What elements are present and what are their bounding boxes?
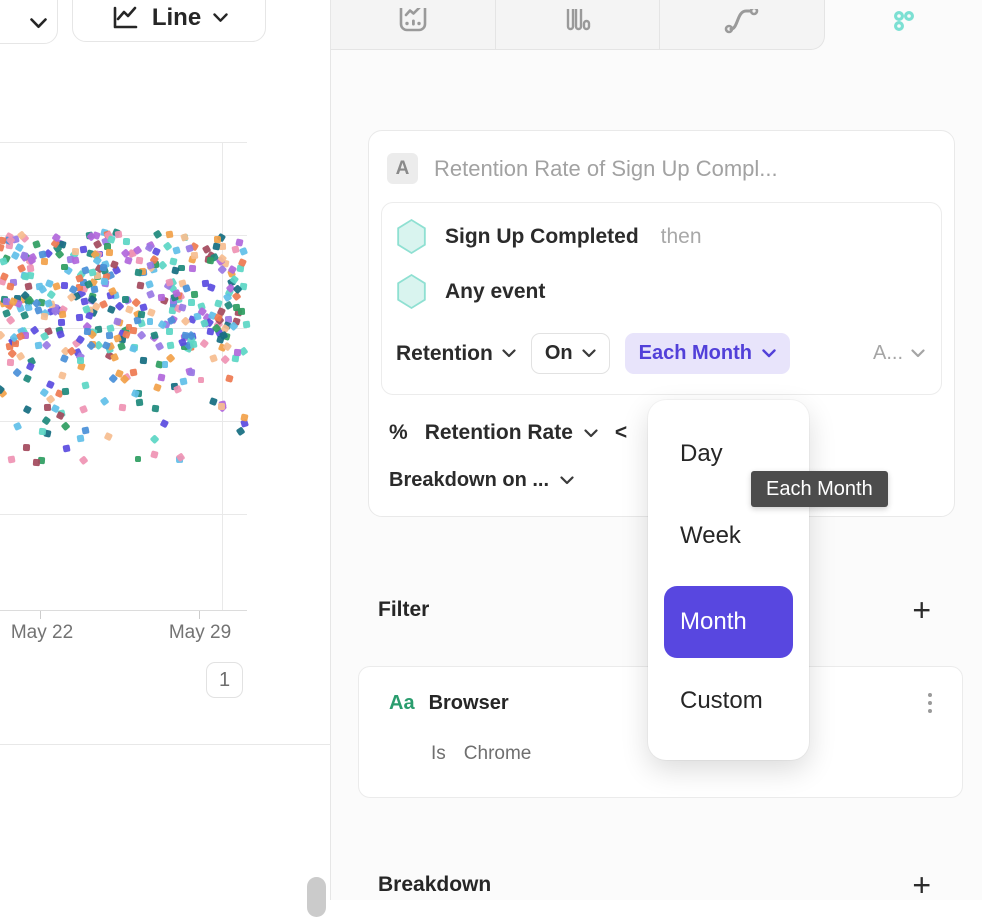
on-dropdown[interactable]: On: [531, 333, 610, 374]
gridline: [0, 142, 247, 143]
scatter-icon: [889, 11, 919, 39]
gridline: [222, 142, 223, 610]
pagination-page-button[interactable]: 1: [206, 662, 243, 698]
chevron-down-icon: [213, 13, 228, 23]
x-tick-label: May 29: [155, 622, 245, 644]
settings-panel: A Retention Rate of Sign Up Compl... Sig…: [331, 0, 982, 900]
breakdown-section-title: Breakdown: [378, 873, 491, 897]
breakdown-section-header: Breakdown +: [378, 872, 931, 898]
x-tick-label: May 22: [0, 622, 87, 644]
tab-scatter[interactable]: [825, 0, 982, 50]
truncated-dropdown[interactable]: A...: [873, 342, 925, 365]
comparator-symbol: <: [615, 421, 627, 445]
scrollbar-thumb[interactable]: [307, 877, 326, 917]
x-axis-tick: [199, 611, 200, 619]
chart-panel: May 22 May 29 1 Line: [0, 0, 331, 900]
percent-symbol: %: [389, 421, 408, 445]
kebab-menu-icon[interactable]: [924, 689, 936, 717]
chevron-down-icon: [560, 476, 574, 485]
collapsed-dropdown-button[interactable]: [0, 0, 58, 44]
chart-type-dropdown[interactable]: Line: [72, 0, 266, 42]
gridline: [0, 235, 247, 236]
bar-chart-icon: [563, 9, 593, 41]
event-suffix: then: [661, 225, 702, 249]
series-badge: A: [387, 153, 418, 184]
filter-operator[interactable]: Is: [431, 743, 446, 765]
x-axis-tick: [40, 611, 41, 619]
filter-section-title: Filter: [378, 598, 429, 622]
chart-preview-icon: [397, 8, 429, 42]
interval-option-month[interactable]: Month: [664, 586, 793, 658]
measure-dropdown[interactable]: Retention Rate: [425, 421, 573, 445]
tab-chart-preview[interactable]: [331, 0, 496, 49]
panel-divider: [0, 744, 331, 745]
event-hexagon-icon: [396, 219, 427, 254]
interval-menu-popup: Day Week Month Custom: [648, 400, 809, 760]
chevron-down-icon: [584, 429, 598, 438]
add-breakdown-button[interactable]: +: [912, 872, 931, 898]
interval-option-day[interactable]: Day: [680, 440, 723, 468]
interval-dropdown[interactable]: Each Month: [625, 333, 790, 374]
interval-option-custom[interactable]: Custom: [680, 687, 763, 715]
flow-icon: [724, 9, 760, 41]
chart-tabs: [331, 0, 825, 50]
query-title-row: A Retention Rate of Sign Up Compl...: [381, 145, 942, 190]
line-chart-icon: [110, 4, 140, 32]
tab-bar-chart[interactable]: [496, 0, 661, 49]
event-hexagon-icon: [396, 274, 427, 309]
text-property-icon: Aa: [389, 692, 415, 715]
events-group: Sign Up Completed then Any event Retenti…: [381, 202, 942, 395]
query-title[interactable]: Retention Rate of Sign Up Compl...: [434, 156, 778, 182]
event-row[interactable]: Any event: [396, 274, 927, 309]
x-axis-line: [0, 610, 247, 611]
chart-type-label: Line: [152, 4, 201, 32]
tab-flow[interactable]: [660, 0, 824, 49]
retention-type-dropdown[interactable]: Retention: [396, 342, 516, 366]
event-name: Sign Up Completed: [445, 225, 639, 249]
retention-controls-row: Retention On Each Month A...: [396, 333, 927, 374]
add-filter-button[interactable]: +: [912, 597, 931, 623]
filter-property-name: Browser: [429, 692, 509, 715]
interval-option-week[interactable]: Week: [680, 522, 741, 550]
event-name: Any event: [445, 280, 545, 304]
breakdown-on-dropdown[interactable]: Breakdown on ...: [389, 469, 549, 492]
event-row[interactable]: Sign Up Completed then: [396, 219, 927, 254]
interval-tooltip: Each Month: [751, 471, 888, 507]
chevron-down-icon: [30, 18, 47, 29]
gridline: [0, 421, 247, 422]
filter-value[interactable]: Chrome: [464, 743, 532, 765]
gridline: [0, 514, 247, 515]
